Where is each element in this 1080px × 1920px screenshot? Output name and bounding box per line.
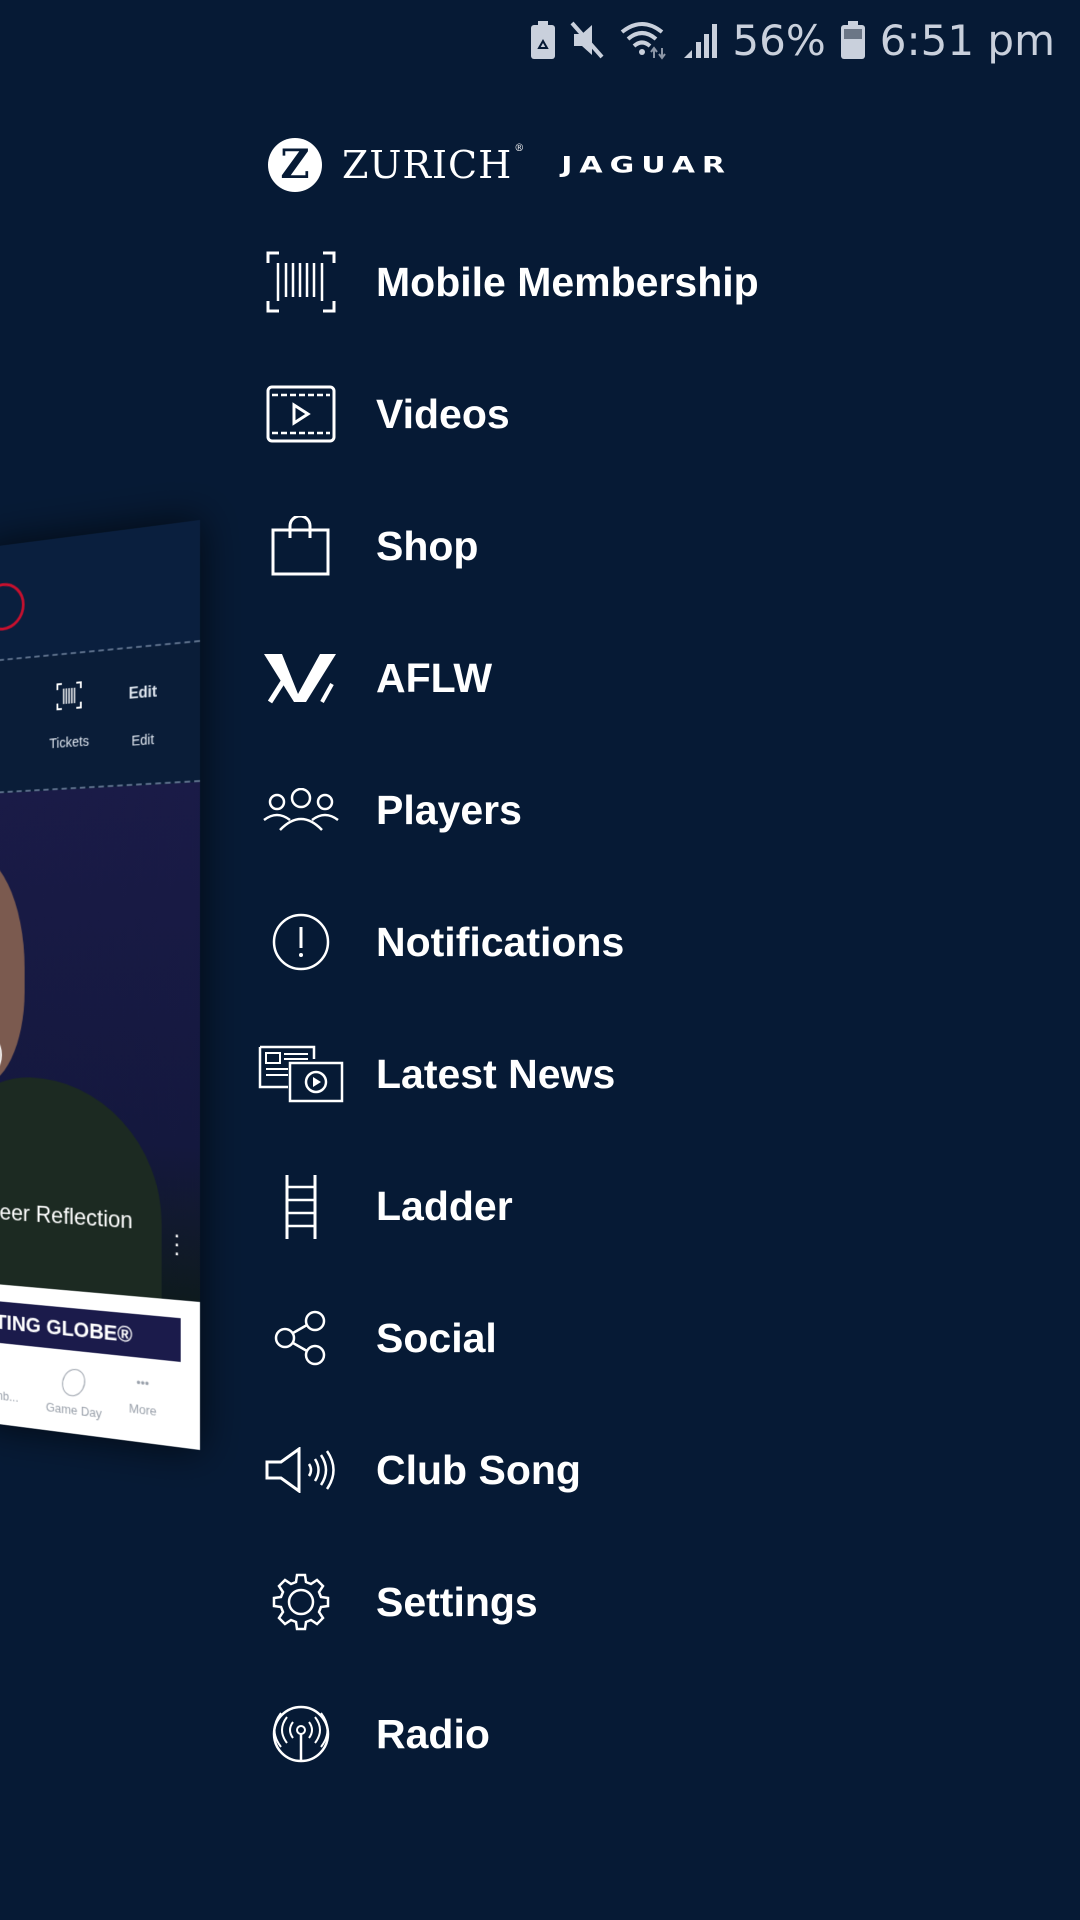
menu-item-mobile-membership[interactable]: Mobile Membership bbox=[258, 216, 759, 348]
bottom-area: RTING GLOBE® emb... Game Day ••• More bbox=[0, 1282, 201, 1450]
menu-item-label: Settings bbox=[376, 1578, 538, 1625]
video-thumbnail bbox=[0, 848, 25, 1087]
menu-item-shop[interactable]: Shop bbox=[258, 480, 759, 612]
menu-item-label: Videos bbox=[376, 390, 510, 437]
background-app-preview[interactable]: ast Tickets Edit Edit areer Reflection ·… bbox=[0, 520, 201, 1450]
menu-item-label: Notifications bbox=[376, 918, 625, 965]
quick-action-label: Edit bbox=[131, 731, 155, 749]
tab-label: Game Day bbox=[45, 1399, 102, 1421]
zurich-logo-icon: Z bbox=[268, 138, 322, 192]
news-icon bbox=[258, 1036, 344, 1112]
menu-item-ladder[interactable]: Ladder bbox=[258, 1140, 759, 1272]
menu-item-label: Ladder bbox=[376, 1182, 513, 1229]
battery-icon bbox=[840, 21, 865, 59]
featured-video[interactable]: areer Reflection · · · bbox=[0, 782, 201, 1319]
menu-item-radio[interactable]: Radio bbox=[258, 1668, 759, 1800]
sponsor-banner[interactable]: RTING GLOBE® bbox=[0, 1299, 181, 1362]
video-icon bbox=[258, 376, 344, 452]
quick-action-tickets[interactable]: Tickets bbox=[42, 679, 96, 752]
ladder-icon bbox=[258, 1168, 344, 1244]
app-header bbox=[0, 520, 201, 663]
more-icon: ••• bbox=[136, 1374, 150, 1392]
shopping-bag-icon bbox=[258, 508, 344, 584]
gear-icon bbox=[258, 1564, 344, 1640]
radio-icon bbox=[258, 1696, 344, 1772]
tab-label: emb... bbox=[0, 1386, 19, 1405]
sponsor-logos: Z ZURICH ® JAGUAR bbox=[268, 138, 732, 192]
players-icon bbox=[258, 772, 344, 848]
menu-item-players[interactable]: Players bbox=[258, 744, 759, 876]
barcode-icon bbox=[258, 244, 344, 320]
jaguar-wordmark: JAGUAR bbox=[561, 151, 733, 179]
clock: 6:51 pm bbox=[879, 15, 1055, 65]
quick-actions: ast Tickets Edit Edit bbox=[0, 640, 201, 795]
menu-item-latest-news[interactable]: Latest News bbox=[258, 1008, 759, 1140]
navigation-menu: Mobile Membership Videos Shop AFLW Playe… bbox=[258, 216, 759, 1800]
mute-icon bbox=[570, 21, 604, 59]
menu-item-videos[interactable]: Videos bbox=[258, 348, 759, 480]
club-logo-icon bbox=[0, 580, 25, 633]
football-icon bbox=[57, 1363, 90, 1402]
alert-icon bbox=[258, 904, 344, 980]
battery-percent: 56% bbox=[732, 15, 826, 65]
barcode-icon bbox=[56, 680, 83, 711]
menu-item-label: Latest News bbox=[376, 1050, 616, 1097]
menu-item-label: AFLW bbox=[376, 654, 493, 701]
signal-icon bbox=[684, 24, 718, 58]
menu-item-club-song[interactable]: Club Song bbox=[258, 1404, 759, 1536]
edit-icon: Edit bbox=[128, 683, 157, 703]
menu-item-aflw[interactable]: AFLW bbox=[258, 612, 759, 744]
battery-saver-icon bbox=[531, 21, 556, 59]
menu-item-label: Shop bbox=[376, 522, 479, 569]
quick-action-label: Tickets bbox=[49, 732, 89, 752]
menu-item-label: Social bbox=[376, 1314, 497, 1361]
menu-item-label: Mobile Membership bbox=[376, 258, 759, 305]
share-icon bbox=[258, 1300, 344, 1376]
quick-action-edit[interactable]: Edit Edit bbox=[115, 682, 171, 749]
tab-membership[interactable]: emb... bbox=[0, 1358, 25, 1406]
menu-item-label: Club Song bbox=[376, 1446, 581, 1493]
registered-mark: ® bbox=[514, 143, 526, 154]
aflw-icon bbox=[258, 640, 344, 716]
tab-label: More bbox=[128, 1400, 157, 1419]
wifi-icon bbox=[621, 22, 667, 60]
status-bar: 56% 6:51 pm bbox=[530, 0, 1080, 80]
zurich-text: ZURICH bbox=[342, 143, 513, 187]
menu-item-social[interactable]: Social bbox=[258, 1272, 759, 1404]
tab-more[interactable]: ••• More bbox=[115, 1373, 171, 1421]
speaker-icon bbox=[258, 1432, 344, 1508]
menu-item-notifications[interactable]: Notifications bbox=[258, 876, 759, 1008]
tab-game-day[interactable]: Game Day bbox=[42, 1363, 105, 1422]
menu-item-label: Players bbox=[376, 786, 522, 833]
menu-item-settings[interactable]: Settings bbox=[258, 1536, 759, 1668]
zurich-wordmark: ZURICH ® bbox=[342, 143, 525, 187]
video-thumbnail-shirt bbox=[0, 1075, 162, 1319]
menu-item-label: Radio bbox=[376, 1710, 490, 1757]
more-options-icon[interactable]: · · · bbox=[173, 1221, 181, 1266]
